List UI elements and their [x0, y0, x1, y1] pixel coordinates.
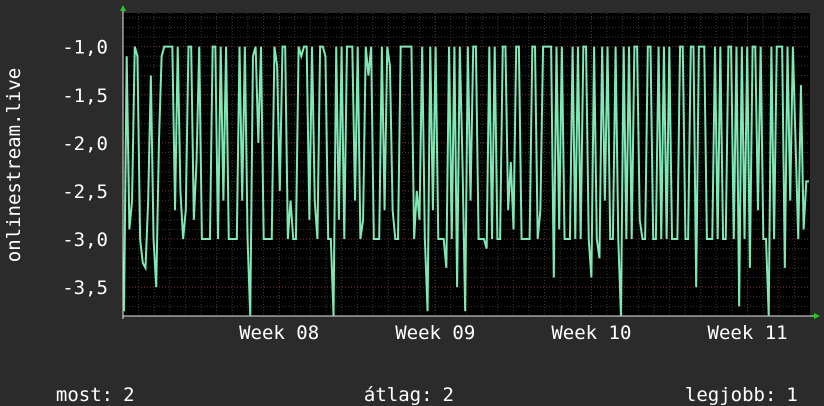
stat-now: most: 2 [33, 362, 135, 406]
x-tick-label: Week 11 [708, 322, 788, 344]
stat-average: átlag: 2 [341, 362, 454, 406]
x-tick-label: Week 10 [551, 322, 631, 344]
y-tick-label: -1,5 [62, 85, 108, 107]
stat-average-value: 2 [442, 384, 454, 406]
stat-best-value: 1 [786, 384, 798, 406]
x-tick-label: Week 08 [239, 322, 319, 344]
y-axis-label: onlinestream.live [3, 68, 25, 262]
y-tick-label: -1,0 [62, 37, 108, 59]
stat-now-label: most: [55, 384, 114, 406]
stat-now-value: 2 [123, 384, 135, 406]
stat-best: legjobb: 1 [662, 362, 798, 406]
chart: -1,0 -1,5 -2,0 -2,5 -3,0 -3,5 Week 08 Week 09 We… [3, 5, 820, 344]
x-axis-arrow [814, 313, 820, 319]
y-tick-label: -3,0 [62, 229, 108, 251]
x-tick-label: Week 09 [395, 322, 475, 344]
y-tick-label: -2,5 [62, 181, 108, 203]
stat-average-label: átlag: [363, 384, 433, 406]
stat-best-label: legjobb: [684, 384, 777, 406]
y-axis-arrow [120, 5, 126, 11]
y-tick-label: -2,0 [62, 133, 108, 155]
y-tick-label: -3,5 [62, 277, 108, 299]
